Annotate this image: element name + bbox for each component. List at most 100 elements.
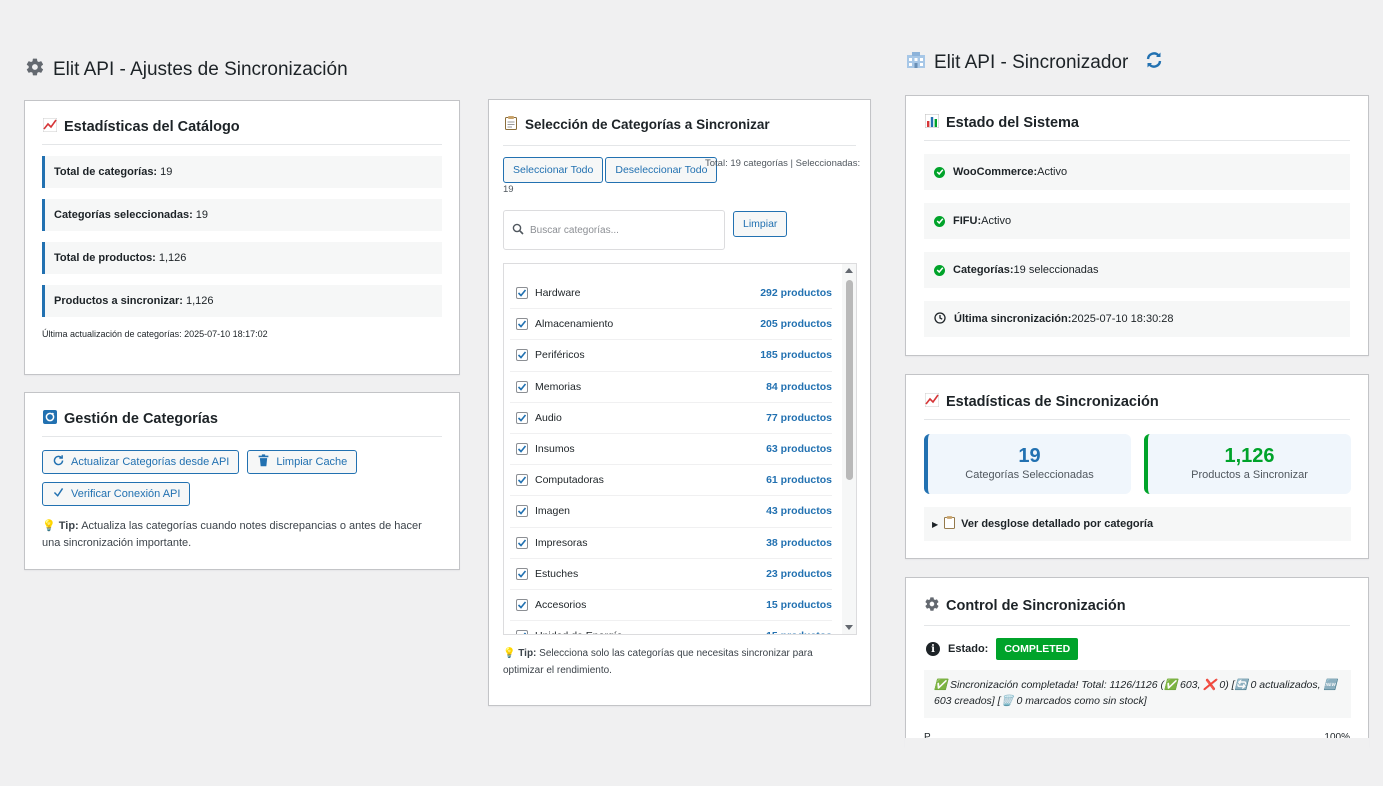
category-checkbox[interactable] — [516, 598, 528, 611]
category-count[interactable]: 63 productos — [766, 443, 832, 455]
category-name: Almacenamiento — [535, 318, 614, 331]
clear-search-button[interactable]: Limpiar — [733, 211, 788, 237]
category-selection-title: Selección de Categorías a Sincronizar — [503, 116, 856, 146]
products-to-sync-stat: 1,126 Productos a Sincronizar — [1144, 434, 1351, 494]
category-row[interactable]: Imagen 43 productos — [510, 496, 832, 528]
select-all-button[interactable]: Seleccionar Todo — [503, 157, 604, 183]
category-name: Estuches — [535, 567, 579, 580]
lightbulb-icon: 💡 — [42, 520, 56, 532]
category-count[interactable]: 38 productos — [766, 537, 832, 549]
category-count[interactable]: 205 productos — [760, 318, 832, 330]
gear-icon — [924, 596, 940, 616]
selected-categories-stat: 19 Categorías Seleccionadas — [924, 434, 1131, 494]
category-name: Impresoras — [535, 536, 588, 549]
lightbulb-icon: 💡 — [503, 648, 516, 659]
triangle-right-icon: ▶ — [932, 519, 939, 529]
category-checkbox[interactable] — [516, 349, 528, 362]
stat-products-to-sync: Productos a sincronizar: 1,126 — [42, 285, 442, 317]
category-row[interactable]: Hardware 292 productos — [510, 278, 832, 310]
refresh-icon[interactable] — [1144, 50, 1164, 76]
stat-total-products: Total de productos: 1,126 — [42, 242, 442, 274]
scroll-thumb[interactable] — [846, 280, 853, 480]
verify-connection-button[interactable]: Verificar Conexión API — [42, 482, 191, 506]
category-name: Hardware — [535, 287, 581, 300]
status-row: WooCommerce:Activo — [924, 154, 1350, 190]
search-icon — [512, 223, 524, 238]
category-management-card: Gestión de Categorías Actualizar Categor… — [24, 392, 460, 570]
status-row: Categorías:19 seleccionadas — [924, 252, 1350, 288]
category-row[interactable]: Unidad de Energía15 productos — [510, 621, 832, 634]
category-count[interactable]: 15 productos — [766, 599, 832, 611]
stat-selected-categories: Categorías seleccionadas: 19 — [42, 199, 442, 231]
scroll-down-arrow[interactable] — [845, 625, 853, 630]
category-checkbox[interactable] — [516, 318, 528, 331]
clipboard-icon — [944, 516, 956, 532]
category-row[interactable]: Impresoras 38 productos — [510, 528, 832, 559]
category-name: Audio — [535, 411, 562, 424]
category-name: Unidad de Energía — [535, 630, 766, 634]
category-checkbox[interactable] — [516, 630, 528, 634]
category-search-input[interactable]: Buscar categorías... — [503, 210, 725, 250]
category-selection-tip: 💡 Tip: Selecciona solo las categorías qu… — [503, 648, 813, 676]
sync-stats-title: Estadísticas de Sincronización — [924, 392, 1350, 420]
category-count[interactable]: 77 productos — [766, 412, 832, 424]
trash-icon — [257, 454, 270, 470]
sync-control-card: Control de Sincronización i Estado: COMP… — [905, 577, 1369, 747]
category-row[interactable]: Estuches 23 productos — [510, 559, 832, 590]
sync-stats-card: Estadísticas de Sincronización 19 Catego… — [905, 374, 1369, 559]
bar-chart-icon — [924, 113, 940, 131]
category-name: Accesorios — [535, 598, 587, 611]
checkmark-icon — [52, 486, 65, 502]
breakdown-toggle[interactable]: ▶ Ver desglose detallado por categoría — [924, 507, 1351, 541]
category-checkbox[interactable] — [516, 474, 528, 487]
category-name: Imagen — [535, 505, 571, 518]
category-name: Memorias — [535, 380, 582, 393]
category-checkbox[interactable] — [516, 411, 528, 424]
sync-control-title: Control de Sincronización — [924, 596, 1350, 626]
category-count[interactable]: 84 productos — [766, 381, 832, 393]
category-checkbox[interactable] — [516, 536, 528, 549]
status-row: FIFU:Activo — [924, 203, 1350, 239]
category-count[interactable]: 15 productos — [766, 630, 832, 634]
settings-page-title: Elit API - Ajustes de Sincronización — [25, 57, 348, 83]
refresh-square-icon — [42, 410, 58, 427]
category-selection-card: Selección de Categorías a Sincronizar Se… — [488, 99, 871, 706]
category-row[interactable]: Periféricos 185 productos — [510, 340, 832, 372]
page-background-strip — [905, 738, 1369, 786]
selection-summary: Total: 19 categorías | Seleccionadas: — [705, 158, 861, 169]
status-badge: COMPLETED — [996, 638, 1079, 660]
refresh-icon — [52, 454, 65, 470]
selection-summary-count: 19 — [503, 184, 514, 195]
check-circle-icon — [934, 166, 945, 178]
category-row[interactable]: Memorias 84 productos — [510, 372, 832, 403]
category-count[interactable]: 185 productos — [760, 349, 832, 361]
gear-icon — [25, 57, 45, 83]
clock-icon — [934, 311, 946, 327]
sync-status-line: i Estado: COMPLETED — [926, 638, 1079, 660]
clear-cache-button[interactable]: Limpiar Cache — [247, 450, 358, 474]
category-row[interactable]: Computadoras 61 productos — [510, 465, 832, 497]
category-count[interactable]: 61 productos — [766, 474, 832, 486]
category-list[interactable]: Hardware 292 productos Almacenamiento 205 p… — [503, 263, 857, 635]
category-checkbox[interactable] — [516, 287, 528, 300]
category-row[interactable]: Accesorios 15 productos — [510, 590, 832, 622]
category-checkbox[interactable] — [516, 443, 528, 456]
category-checkbox[interactable] — [516, 380, 528, 393]
sync-page-title: Elit API - Sincronizador — [906, 50, 1164, 76]
category-checkbox[interactable] — [516, 567, 528, 580]
category-count[interactable]: 23 productos — [766, 568, 832, 580]
category-name: Periféricos — [535, 349, 585, 362]
category-checkbox[interactable] — [516, 505, 528, 518]
category-row[interactable]: Almacenamiento 205 productos — [510, 309, 832, 341]
deselect-all-button[interactable]: Deseleccionar Todo — [605, 157, 718, 183]
category-row[interactable]: Audio 77 productos — [510, 403, 832, 434]
check-circle-icon — [934, 215, 945, 227]
category-count[interactable]: 43 productos — [766, 505, 832, 517]
category-row[interactable]: Insumos 63 productos — [510, 434, 832, 466]
category-management-title: Gestión de Categorías — [42, 410, 442, 437]
system-status-title: Estado del Sistema — [924, 113, 1350, 141]
scroll-up-arrow[interactable] — [845, 268, 853, 273]
category-list-scrollbar[interactable] — [842, 264, 856, 634]
update-categories-button[interactable]: Actualizar Categorías desde API — [42, 450, 240, 474]
category-count[interactable]: 292 productos — [760, 287, 832, 299]
